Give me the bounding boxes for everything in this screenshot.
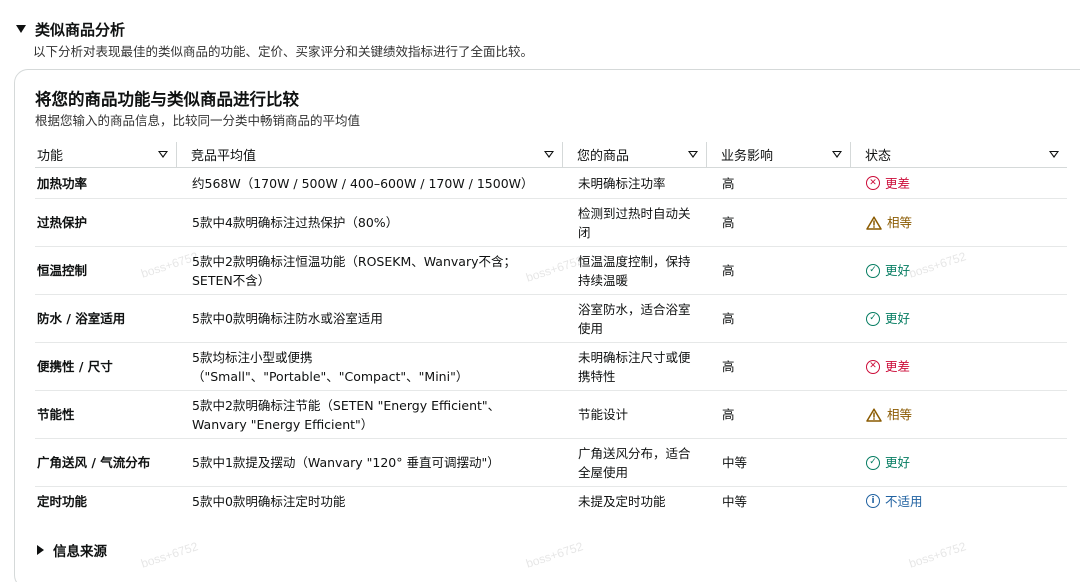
status-badge: ✓ 更好 — [850, 453, 1067, 472]
column-header-feature[interactable]: 功能 — [35, 142, 176, 168]
table-row: 节能性 5款中2款明确标注节能（SETEN "Energy Efficient"… — [35, 390, 1067, 439]
competitor-cell: 约568W（170W / 500W / 400–600W / 170W / 15… — [192, 175, 534, 191]
section-toggle[interactable]: 类似商品分析 — [14, 18, 1064, 40]
feature-cell: 节能性 — [37, 407, 75, 422]
card-title: 将您的商品功能与类似商品进行比较 — [35, 90, 299, 109]
your-product-cell: 未提及定时功能 — [578, 493, 666, 509]
column-header-competitor-average[interactable]: 竞品平均值 — [176, 142, 562, 168]
information-source-toggle[interactable]: 信息来源 — [35, 540, 107, 560]
table-row: 防水 / 浴室适用 5款中0款明确标注防水或浴室适用 浴室防水，适合浴室使用 高… — [35, 294, 1067, 343]
similar-products-section-header: 类似商品分析 以下分析对表现最佳的类似商品的功能、定价、买家评分和关键绩效指标进… — [14, 18, 1064, 60]
column-header-business-impact[interactable]: 业务影响 — [706, 142, 850, 168]
impact-cell: 高 — [722, 359, 735, 374]
your-product-cell: 未明确标注功率 — [578, 175, 666, 191]
your-product-cell: 恒温温度控制，保持持续温暖 — [578, 253, 691, 288]
competitor-cell: 5款中0款明确标注防水或浴室适用 — [192, 311, 383, 326]
competitor-cell: 5款中4款明确标注过热保护（80%） — [192, 215, 399, 230]
competitor-cell: 5款中2款明确标注节能（SETEN "Energy Efficient"、Wan… — [192, 397, 501, 432]
your-product-cell: 节能设计 — [578, 407, 629, 422]
impact-cell: 高 — [722, 175, 735, 191]
x-circle-icon: ✕ — [866, 359, 880, 374]
check-circle-icon: ✓ — [866, 455, 880, 470]
sort-caret-icon[interactable] — [1049, 151, 1059, 158]
table-row: 定时功能 5款中0款明确标注定时功能 未提及定时功能 中等 i 不适用 — [35, 487, 1067, 516]
feature-cell: 防水 / 浴室适用 — [37, 311, 126, 326]
column-header-status[interactable]: 状态 — [850, 142, 1067, 168]
comparison-table: 功能 竞品平均值 您的商品 业务影响 状态 加热功率 约568W（170W / … — [35, 142, 1067, 516]
column-header-your-product[interactable]: 您的商品 — [562, 142, 706, 168]
feature-cell: 过热保护 — [37, 215, 88, 230]
x-circle-icon: ✕ — [866, 176, 880, 190]
competitor-cell: 5款中2款明确标注恒温功能（ROSEKM、Wanvary不含；SETEN不含） — [192, 253, 516, 288]
competitor-cell: 5款均标注小型或便携（"Small"、"Portable"、"Compact"、… — [192, 349, 469, 384]
feature-cell: 广角送风 / 气流分布 — [37, 455, 151, 470]
feature-cell: 便携性 / 尺寸 — [37, 359, 113, 374]
status-badge: 相等 — [850, 405, 1067, 424]
impact-cell: 中等 — [722, 493, 748, 509]
table-row: 便携性 / 尺寸 5款均标注小型或便携（"Small"、"Portable"、"… — [35, 342, 1067, 391]
competitor-cell: 5款中0款明确标注定时功能 — [192, 493, 346, 509]
table-row: 广角送风 / 气流分布 5款中1款提及摆动（Wanvary "120° 垂直可调… — [35, 438, 1067, 487]
caret-right-icon — [37, 545, 44, 555]
competitor-cell: 5款中1款提及摆动（Wanvary "120° 垂直可调摆动"） — [192, 455, 500, 470]
your-product-cell: 广角送风分布，适合全屋使用 — [578, 445, 691, 480]
sort-caret-icon[interactable] — [544, 151, 554, 158]
status-badge: ✓ 更好 — [850, 309, 1067, 328]
section-title: 类似商品分析 — [35, 20, 126, 39]
table-row: 过热保护 5款中4款明确标注过热保护（80%） 检测到过热时自动关闭 高 相等 — [35, 198, 1067, 247]
status-badge: ✓ 更好 — [850, 261, 1067, 280]
table-header-row: 功能 竞品平均值 您的商品 业务影响 状态 — [35, 142, 1067, 168]
check-circle-icon: ✓ — [866, 311, 880, 326]
impact-cell: 高 — [722, 263, 735, 278]
impact-cell: 高 — [722, 311, 735, 326]
status-badge: ✕ 更差 — [850, 357, 1067, 376]
info-circle-icon: i — [866, 494, 880, 509]
section-description: 以下分析对表现最佳的类似商品的功能、定价、买家评分和关键绩效指标进行了全面比较。 — [33, 44, 534, 59]
status-badge: i 不适用 — [850, 492, 1067, 511]
feature-cell: 恒温控制 — [37, 263, 88, 278]
your-product-cell: 浴室防水，适合浴室使用 — [578, 301, 691, 336]
impact-cell: 高 — [722, 407, 735, 422]
card-subtitle: 根据您输入的商品信息，比较同一分类中畅销商品的平均值 — [35, 113, 361, 128]
check-circle-icon: ✓ — [866, 263, 880, 278]
your-product-cell: 检测到过热时自动关闭 — [578, 205, 691, 240]
sort-caret-icon[interactable] — [832, 151, 842, 158]
status-badge: 相等 — [850, 213, 1067, 232]
feature-cell: 加热功率 — [37, 175, 88, 191]
impact-cell: 中等 — [722, 455, 748, 470]
sort-caret-icon[interactable] — [158, 151, 168, 158]
caret-down-icon — [16, 25, 26, 33]
information-source-label: 信息来源 — [53, 544, 107, 560]
table-row: 加热功率 约568W（170W / 500W / 400–600W / 170W… — [35, 167, 1067, 199]
feature-cell: 定时功能 — [37, 493, 88, 509]
warning-triangle-icon — [866, 215, 882, 230]
your-product-cell: 未明确标注尺寸或便携特性 — [578, 349, 691, 384]
table-row: 恒温控制 5款中2款明确标注恒温功能（ROSEKM、Wanvary不含；SETE… — [35, 246, 1067, 295]
sort-caret-icon[interactable] — [688, 151, 698, 158]
impact-cell: 高 — [722, 215, 735, 230]
warning-triangle-icon — [866, 407, 882, 422]
comparison-card: 将您的商品功能与类似商品进行比较 根据您输入的商品信息，比较同一分类中畅销商品的… — [14, 69, 1080, 582]
status-badge: ✕ 更差 — [850, 174, 1067, 193]
